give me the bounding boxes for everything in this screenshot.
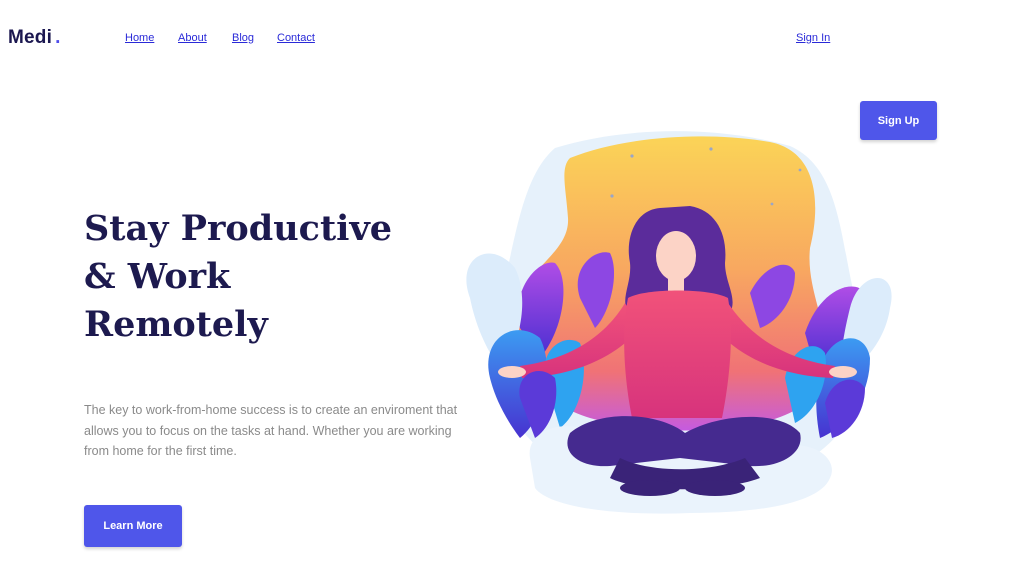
hero-title-line-1: Stay Productive xyxy=(84,208,393,249)
brand-logo[interactable]: Medi. xyxy=(8,27,61,49)
brand-dot: . xyxy=(55,27,61,48)
nav-link-home[interactable]: Home xyxy=(125,32,154,44)
meditation-illustration xyxy=(460,128,900,538)
sign-in-link[interactable]: Sign In xyxy=(796,32,830,44)
hero-description: The key to work-from-home success is to … xyxy=(84,403,458,458)
hero-title-line-2: & Work xyxy=(84,256,231,297)
brand-name: Medi xyxy=(8,27,53,48)
learn-more-button[interactable]: Learn More xyxy=(84,505,182,547)
nav-link-blog[interactable]: Blog xyxy=(232,32,254,44)
hero-title: Stay Productive & Work Remotely xyxy=(84,205,424,349)
nav-link-contact[interactable]: Contact xyxy=(277,32,315,44)
hero-title-line-3: Remotely xyxy=(84,304,268,345)
nav-link-about[interactable]: About xyxy=(178,32,207,44)
